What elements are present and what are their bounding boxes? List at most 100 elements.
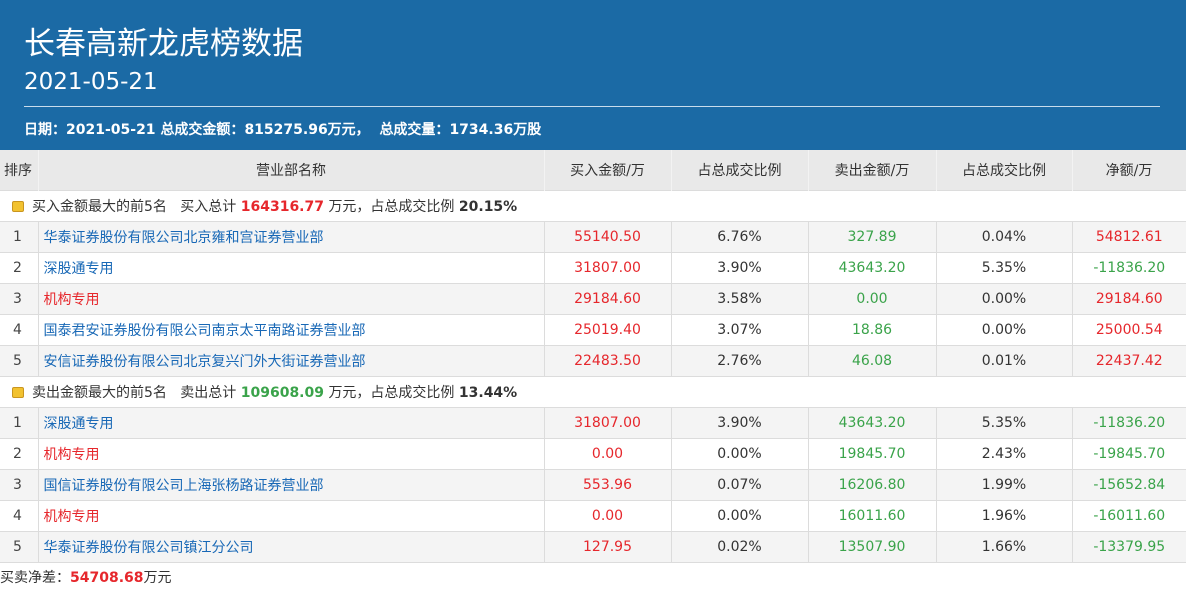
net-amount: -11836.20 xyxy=(1071,406,1186,439)
buy-pct: 2.76% xyxy=(670,344,809,377)
buy-pct: 0.02% xyxy=(670,530,809,563)
table-row: 1 深股通专用 31807.00 3.90% 43643.20 5.35% -11836.2… xyxy=(0,406,1186,439)
broker-name-link[interactable]: 机构专用 xyxy=(37,437,545,470)
section-total-label: 卖出总计 xyxy=(180,384,237,401)
net-amount: 22437.42 xyxy=(1071,344,1186,377)
broker-name-link[interactable]: 国信证券股份有限公司上海张杨路证券营业部 xyxy=(37,468,545,501)
summary-amount-label: 总成交金额： xyxy=(160,122,245,138)
rank-cell: 2 xyxy=(0,437,39,470)
buy-amount: 0.00 xyxy=(543,499,672,532)
broker-name-link[interactable]: 国泰君安证券股份有限公司南京太平南路证券营业部 xyxy=(37,313,545,346)
table-row: 1 华泰证券股份有限公司北京雍和宫证券营业部 55140.50 6.76% 327.89… xyxy=(0,220,1186,253)
buy-amount: 31807.00 xyxy=(543,406,672,439)
table-row: 4 国泰君安证券股份有限公司南京太平南路证券营业部 25019.40 3.07% 18.… xyxy=(0,313,1186,346)
section-total: 164316.77 xyxy=(240,198,324,215)
col-rank: 排序 xyxy=(0,150,39,190)
sell-amount: 19845.70 xyxy=(807,437,937,470)
header-divider xyxy=(24,106,1160,107)
broker-name-link[interactable]: 华泰证券股份有限公司镇江分公司 xyxy=(37,530,545,563)
buy-amount: 22483.50 xyxy=(543,344,672,377)
broker-name-link[interactable]: 机构专用 xyxy=(37,499,545,532)
buy-amount: 0.00 xyxy=(543,437,672,470)
summary-volume: 1734.36万股 xyxy=(449,122,542,138)
summary-volume-label: 总成交量： xyxy=(379,122,450,138)
sell-pct: 0.04% xyxy=(935,220,1073,253)
sell-amount: 46.08 xyxy=(807,344,937,377)
sell-amount: 0.00 xyxy=(807,282,937,315)
broker-name-link[interactable]: 安信证券股份有限公司北京复兴门外大街证券营业部 xyxy=(37,344,545,377)
rank-cell: 3 xyxy=(0,468,39,501)
sell-pct: 0.00% xyxy=(935,282,1073,315)
table-row: 2 深股通专用 31807.00 3.90% 43643.20 5.35% -11836.2… xyxy=(0,251,1186,284)
folder-icon xyxy=(12,386,24,398)
net-amount: -19845.70 xyxy=(1071,437,1186,470)
buy-amount: 25019.40 xyxy=(543,313,672,346)
section-summary: 买入金额最大的前5名 买入总计 164316.77 万元，占总成交比例 20.1… xyxy=(0,189,1186,222)
net-difference: 买卖净差：54708.68万元 xyxy=(0,568,172,588)
sell-amount: 18.86 xyxy=(807,313,937,346)
sell-pct: 2.43% xyxy=(935,437,1073,470)
table-row: 3 机构专用 29184.60 3.58% 0.00 0.00% 29184.60 xyxy=(0,282,1186,315)
col-net: 净额/万 xyxy=(1072,150,1186,190)
broker-name-link[interactable]: 深股通专用 xyxy=(37,406,545,439)
net-difference-label: 买卖净差： xyxy=(0,570,70,586)
broker-name-link[interactable]: 深股通专用 xyxy=(37,251,545,284)
buy-pct: 3.90% xyxy=(670,251,809,284)
sell-amount: 13507.90 xyxy=(807,530,937,563)
summary-date: 2021-05-21 xyxy=(66,122,156,138)
sell-pct: 1.99% xyxy=(935,468,1073,501)
broker-name-link[interactable]: 华泰证券股份有限公司北京雍和宫证券营业部 xyxy=(37,220,545,253)
col-name: 营业部名称 xyxy=(38,150,545,190)
table-row: 4 机构专用 0.00 0.00% 16011.60 1.96% -16011.60 xyxy=(0,499,1186,532)
section-unit-text: 万元，占总成交比例 xyxy=(328,198,455,215)
sell-pct: 0.01% xyxy=(935,344,1073,377)
buy-amount: 31807.00 xyxy=(543,251,672,284)
section-label: 卖出金额最大的前5名 xyxy=(32,384,167,401)
rank-cell: 3 xyxy=(0,282,39,315)
col-sell-pct: 占总成交比例 xyxy=(936,150,1073,190)
rank-cell: 5 xyxy=(0,344,39,377)
net-amount: -13379.95 xyxy=(1071,530,1186,563)
buy-pct: 3.58% xyxy=(670,282,809,315)
rank-cell: 4 xyxy=(0,313,39,346)
table-header: 排序 营业部名称 买入金额/万 占总成交比例 卖出金额/万 占总成交比例 净额/… xyxy=(0,150,1186,190)
net-amount: 25000.54 xyxy=(1071,313,1186,346)
buy-pct: 0.00% xyxy=(670,437,809,470)
net-difference-unit: 万元 xyxy=(143,570,172,586)
section-total: 109608.09 xyxy=(240,384,324,401)
buy-pct: 6.76% xyxy=(670,220,809,253)
trade-summary: 日期：2021-05-21 总成交金额：815275.96万元， 总成交量：17… xyxy=(24,118,541,142)
page-header: 长春高新龙虎榜数据 2021-05-21 日期：2021-05-21 总成交金额… xyxy=(0,0,1186,150)
section-pct: 13.44% xyxy=(458,384,518,401)
sell-amount: 327.89 xyxy=(807,220,937,253)
table-row: 2 机构专用 0.00 0.00% 19845.70 2.43% -19845.70 xyxy=(0,437,1186,470)
section-header: 卖出金额最大的前5名 卖出总计 109608.09 万元，占总成交比例 13.4… xyxy=(0,375,1186,408)
sell-pct: 0.00% xyxy=(935,313,1073,346)
net-amount: -15652.84 xyxy=(1071,468,1186,501)
sell-pct: 5.35% xyxy=(935,406,1073,439)
buy-pct: 3.90% xyxy=(670,406,809,439)
net-amount: -16011.60 xyxy=(1071,499,1186,532)
buy-pct: 0.07% xyxy=(670,468,809,501)
net-amount: 54812.61 xyxy=(1071,220,1186,253)
table-row: 5 安信证券股份有限公司北京复兴门外大街证券营业部 22483.50 2.76% 46.… xyxy=(0,344,1186,377)
section-pct: 20.15% xyxy=(458,198,518,215)
buy-amount: 553.96 xyxy=(543,468,672,501)
net-amount: 29184.60 xyxy=(1071,282,1186,315)
section-label: 买入金额最大的前5名 xyxy=(32,198,167,215)
summary-amount: 815275.96万元， xyxy=(244,122,370,138)
table-row: 3 国信证券股份有限公司上海张杨路证券营业部 553.96 0.07% 16206.80… xyxy=(0,468,1186,501)
section-unit-text: 万元，占总成交比例 xyxy=(328,384,455,401)
sell-amount: 43643.20 xyxy=(807,406,937,439)
sell-amount: 16011.60 xyxy=(807,499,937,532)
sell-amount: 43643.20 xyxy=(807,251,937,284)
broker-name-link[interactable]: 机构专用 xyxy=(37,282,545,315)
net-amount: -11836.20 xyxy=(1071,251,1186,284)
net-difference-value: 54708.68 xyxy=(70,570,144,586)
page-date: 2021-05-21 xyxy=(24,69,158,95)
page-title: 长春高新龙虎榜数据 xyxy=(24,26,303,62)
buy-pct: 0.00% xyxy=(670,499,809,532)
buy-amount: 29184.60 xyxy=(543,282,672,315)
rank-cell: 1 xyxy=(0,406,39,439)
buy-amount: 127.95 xyxy=(543,530,672,563)
